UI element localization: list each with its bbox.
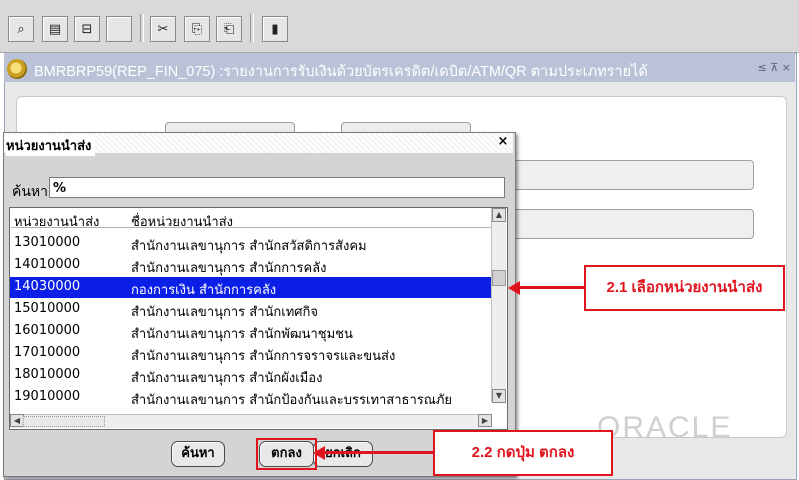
arrow-left-icon [508,281,520,295]
annotation-step1: 2.1 เลือกหน่วยงานนำส่ง [584,265,785,311]
item-code: 17010000 [14,345,81,360]
oracle-logo: ORACLE [597,411,733,444]
item-name: สำนักงานเลขานุการ สำนักผังเมือง [131,371,323,386]
item-name: สำนักงานเลขานุการ สำนักเทศกิจ [131,305,319,320]
item-code: 14010000 [14,257,81,272]
app-logo-icon [7,59,27,79]
list-item[interactable]: 15010000 สำนักงานเลขานุการ สำนักเทศกิจ [10,299,491,320]
query-icon[interactable]: ⌕ [8,16,34,42]
header-divider [11,227,491,228]
paste-icon[interactable]: ⎗ [216,16,242,42]
list-item-selected[interactable]: 14030000 กองการเงิน สำนักการคลัง [10,277,491,298]
item-name: สำนักงานเลขานุการ สำนักการคลัง [131,261,327,276]
arrow-line-step1 [518,286,584,289]
main-window-title: BMRBRP59(REP_FIN_075) :รายงานการรับเงินด… [34,64,648,80]
list-item[interactable]: 19010000 สำนักงานเลขานุการ สำนักป้องกันแ… [10,387,491,405]
highlight-ok-button [256,438,317,470]
toolbar: ⌕ ▤ ⊟ ✂ ⎘ ⎗ ▮ [0,0,799,53]
item-name: สำนักงานเลขานุการ สำนักพัฒนาชุมชน [131,327,353,342]
scroll-up-icon[interactable]: ▲ [492,208,506,222]
item-name: สำนักงานเลขานุการ สำนักป้องกันและบรรเทาส… [131,393,453,405]
scroll-down-icon[interactable]: ▼ [492,389,506,403]
item-name: สำนักงานเลขานุการ สำนักการจราจรและขนส่ง [131,349,396,364]
search-input[interactable]: % [49,177,505,198]
find-button[interactable]: ค้นหา [171,441,225,467]
list-item[interactable]: 16010000 สำนักงานเลขานุการ สำนักพัฒนาชุม… [10,321,491,342]
item-name: สำนักงานเลขานุการ สำนักสวัสดิการสังคม [131,239,367,254]
copy-icon[interactable]: ⎘ [184,16,210,42]
list-item[interactable]: 18010000 สำนักงานเลขานุการ สำนักผังเมือง [10,365,491,386]
item-code: 18010000 [14,367,81,382]
annotation-step2: 2.2 กดปุ่ม ตกลง [433,430,613,476]
item-code: 16010000 [14,323,81,338]
column-header-name: ชื่อหน่วยงานนำส่ง [131,215,234,230]
scroll-left-icon[interactable]: ◀ [10,414,24,427]
list-item[interactable]: 17010000 สำนักงานเลขานุการ สำนักการจราจร… [10,343,491,364]
scroll-right-icon[interactable]: ▶ [478,414,492,427]
close-icon[interactable]: × [494,133,512,151]
blank-button[interactable] [106,16,132,42]
column-header-code: หน่วยงานนำส่ง [14,215,100,230]
list-item[interactable]: 14010000 สำนักงานเลขานุการ สำนักการคลัง [10,255,491,276]
scroll-thumb[interactable] [492,270,506,286]
toolbar-separator [140,14,144,42]
print-setup-icon[interactable]: ⊟ [74,16,100,42]
item-code: 13010000 [14,235,81,250]
arrow-left-icon [313,446,325,460]
scroll-thumb[interactable] [23,416,105,427]
dialog-title: หน่วยงานนำส่ง [6,135,96,156]
toolbar-separator [250,14,254,42]
window-controls[interactable]: ≤ ⊼ × [758,61,791,74]
item-name: กองการเงิน สำนักการคลัง [131,283,277,298]
item-code: 15010000 [14,301,81,316]
print-icon[interactable]: ▤ [42,16,68,42]
text-field[interactable] [510,209,754,239]
search-label: ค้นหา [12,184,49,200]
text-field[interactable] [510,160,754,190]
arrow-line-step2 [320,451,433,454]
cut-icon[interactable]: ✂ [150,16,176,42]
list-item[interactable]: 13010000 สำนักงานเลขานุการ สำนักสวัสดิกา… [10,233,491,254]
item-code: 19010000 [14,389,81,404]
exit-icon[interactable]: ▮ [262,16,288,42]
item-code: 14030000 [14,279,81,294]
vertical-scrollbar[interactable] [491,208,506,402]
